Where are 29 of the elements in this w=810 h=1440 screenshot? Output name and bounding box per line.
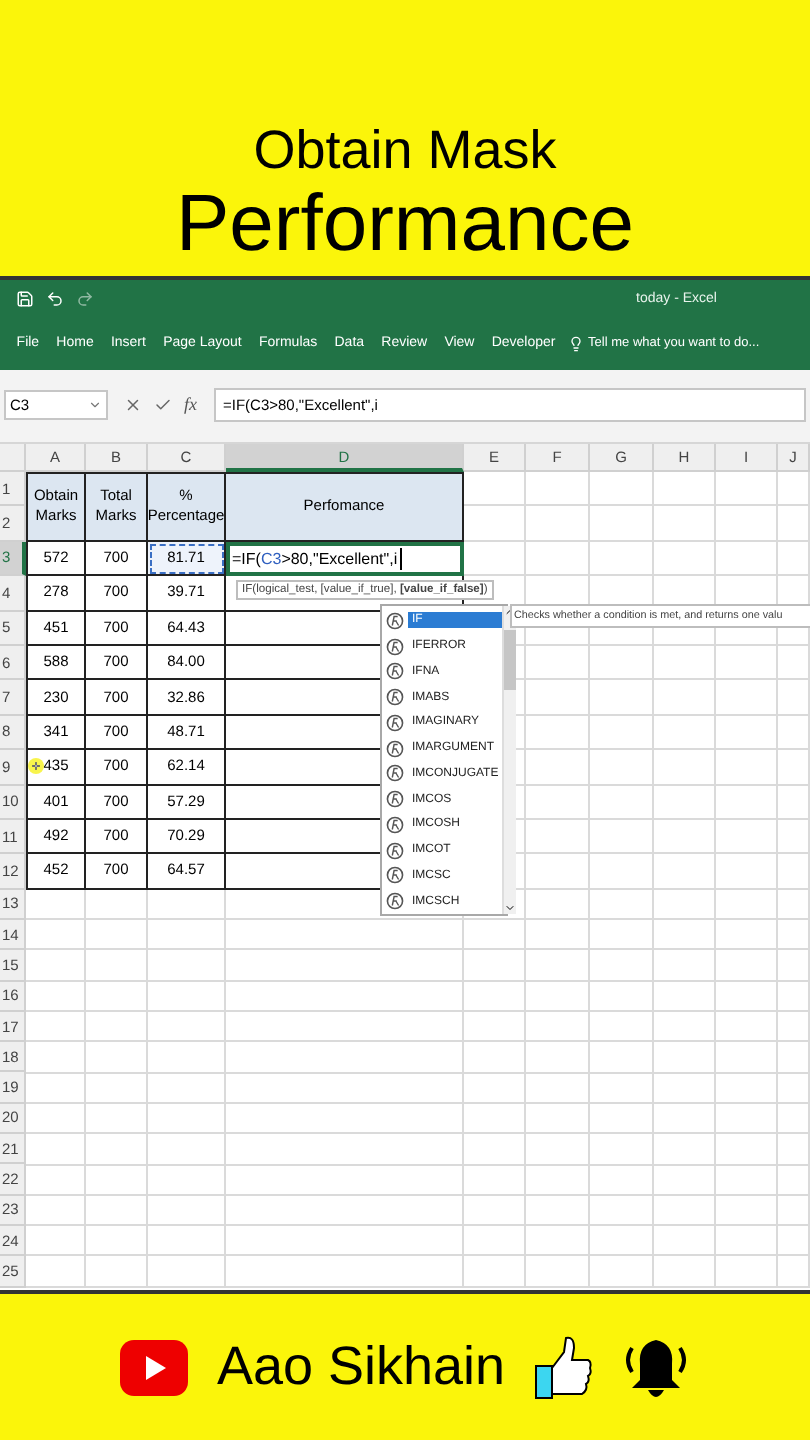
video-title: Obtain Mask	[253, 120, 557, 180]
function-icon	[386, 739, 404, 758]
cell-editor[interactable]: =IF(C3>80,"Excellent",i	[226, 541, 464, 577]
function-icon	[386, 892, 404, 911]
play-button-icon	[120, 1339, 189, 1395]
function-icon	[386, 866, 404, 885]
video-subtitle: Performance	[176, 180, 634, 268]
enter-icon[interactable]	[154, 395, 172, 413]
function-icon	[386, 611, 404, 630]
function-icon	[386, 713, 404, 732]
redo-icon[interactable]	[76, 289, 94, 307]
lightbulb-icon	[568, 335, 585, 351]
function-icon	[386, 790, 404, 809]
cancel-icon[interactable]	[124, 395, 142, 413]
undo-icon[interactable]	[46, 289, 64, 307]
insert-function-button[interactable]: fx	[184, 394, 197, 414]
function-icon	[386, 637, 404, 656]
scrollbar[interactable]	[502, 606, 517, 914]
thumbs-up-icon	[533, 1333, 594, 1401]
function-icon	[386, 815, 404, 834]
cursor-highlight-icon	[28, 758, 44, 774]
save-icon[interactable]	[16, 289, 34, 307]
function-icon	[386, 841, 404, 860]
channel-name: Aao Sikhain	[216, 1336, 506, 1398]
scroll-down-icon[interactable]	[504, 902, 517, 914]
function-icon	[386, 688, 404, 707]
scrollbar-thumb[interactable]	[504, 630, 517, 690]
function-icon	[386, 662, 404, 681]
function-icon	[386, 764, 404, 783]
